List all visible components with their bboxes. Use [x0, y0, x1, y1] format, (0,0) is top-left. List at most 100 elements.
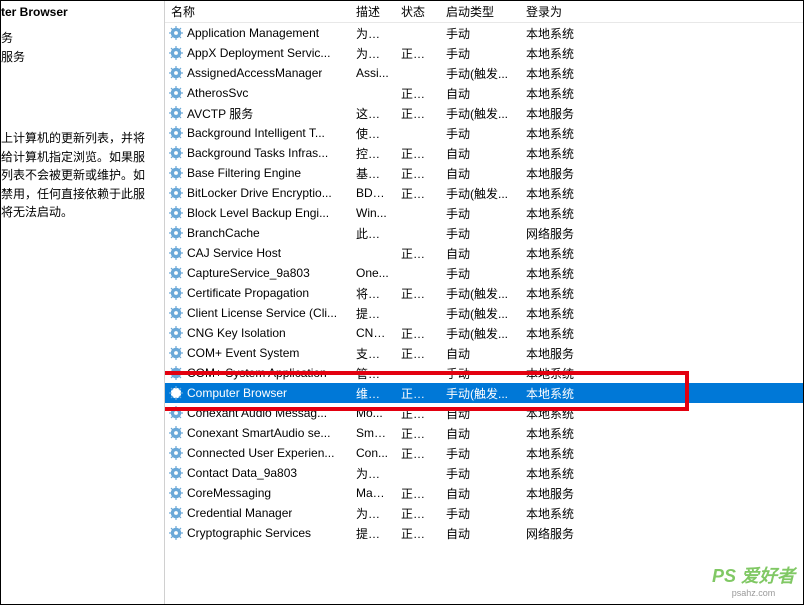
service-row[interactable]: BitLocker Drive Encryptio...BDE...正在...手…: [165, 183, 803, 203]
service-row[interactable]: CaptureService_9a803One...手动本地系统: [165, 263, 803, 283]
service-gear-icon: [169, 486, 183, 500]
service-row[interactable]: COM+ Event System支持...正在...自动本地服务: [165, 343, 803, 363]
service-startup: 手动(触发...: [440, 325, 520, 342]
service-name: COM+ System Application: [187, 366, 327, 380]
action-link-2[interactable]: 服务: [1, 48, 156, 65]
service-desc: 提供...: [350, 525, 395, 542]
service-gear-icon: [169, 446, 183, 460]
service-row[interactable]: CAJ Service Host正在...自动本地系统: [165, 243, 803, 263]
service-logon: 本地系统: [520, 445, 600, 462]
service-desc: 此服...: [350, 225, 395, 242]
service-logon: 本地系统: [520, 465, 600, 482]
service-startup: 手动: [440, 445, 520, 462]
service-row[interactable]: Block Level Backup Engi...Win...手动本地系统: [165, 203, 803, 223]
service-row[interactable]: Connected User Experien...Con...正在...手动本…: [165, 443, 803, 463]
service-desc: 控制...: [350, 145, 395, 162]
service-row[interactable]: AssignedAccessManagerAssi...手动(触发...本地系统: [165, 63, 803, 83]
service-startup: 自动: [440, 405, 520, 422]
service-name: Base Filtering Engine: [187, 166, 301, 180]
service-logon: 本地系统: [520, 325, 600, 342]
service-row[interactable]: Cryptographic Services提供...正在...自动网络服务: [165, 523, 803, 543]
service-logon: 本地系统: [520, 405, 600, 422]
service-row[interactable]: Background Intelligent T...使用...手动本地系统: [165, 123, 803, 143]
service-gear-icon: [169, 526, 183, 540]
service-row[interactable]: Conexant Audio Messag...Mo...正在...自动本地系统: [165, 403, 803, 423]
service-row[interactable]: Credential Manager为用...正在...手动本地系统: [165, 503, 803, 523]
service-gear-icon: [169, 166, 183, 180]
service-row[interactable]: AtherosSvc正在...自动本地系统: [165, 83, 803, 103]
column-headers: 名称 描述 状态 启动类型 登录为: [165, 1, 803, 23]
service-name: Application Management: [187, 26, 319, 40]
service-name: Computer Browser: [187, 386, 287, 400]
service-desc: One...: [350, 266, 395, 280]
header-desc[interactable]: 描述: [350, 3, 395, 20]
service-logon: 网络服务: [520, 225, 600, 242]
service-logon: 本地系统: [520, 285, 600, 302]
service-desc: Win...: [350, 206, 395, 220]
service-gear-icon: [169, 46, 183, 60]
header-startup[interactable]: 启动类型: [440, 3, 520, 20]
service-startup: 自动: [440, 425, 520, 442]
service-startup: 手动: [440, 205, 520, 222]
service-row[interactable]: AVCTP 服务这是...正在...手动(触发...本地服务: [165, 103, 803, 123]
service-row[interactable]: CoreMessagingMan...正在...自动本地服务: [165, 483, 803, 503]
service-status: 正在...: [395, 445, 440, 462]
service-logon: 网络服务: [520, 525, 600, 542]
service-desc: CNG...: [350, 326, 395, 340]
service-startup: 自动: [440, 525, 520, 542]
service-row[interactable]: Application Management为通...手动本地系统: [165, 23, 803, 43]
service-row[interactable]: Computer Browser维护...正在...手动(触发...本地系统: [165, 383, 803, 403]
service-name: Contact Data_9a803: [187, 466, 297, 480]
header-logon[interactable]: 登录为: [520, 3, 600, 20]
service-gear-icon: [169, 146, 183, 160]
service-status: 正在...: [395, 185, 440, 202]
service-row[interactable]: Conexant SmartAudio se...Sma...正在...自动本地…: [165, 423, 803, 443]
service-startup: 手动: [440, 505, 520, 522]
service-logon: 本地服务: [520, 345, 600, 362]
service-startup: 手动: [440, 125, 520, 142]
service-gear-icon: [169, 506, 183, 520]
service-name: CAJ Service Host: [187, 246, 281, 260]
service-logon: 本地系统: [520, 85, 600, 102]
service-desc: 提供...: [350, 305, 395, 322]
service-logon: 本地系统: [520, 185, 600, 202]
service-name: Background Intelligent T...: [187, 126, 325, 140]
service-name: Connected User Experien...: [187, 446, 334, 460]
service-status: 正在...: [395, 85, 440, 102]
service-status: 正在...: [395, 345, 440, 362]
service-logon: 本地服务: [520, 165, 600, 182]
service-row[interactable]: BranchCache此服...手动网络服务: [165, 223, 803, 243]
service-name: AtherosSvc: [187, 86, 248, 100]
header-name[interactable]: 名称: [165, 3, 350, 20]
service-row[interactable]: AppX Deployment Servic...为部...正在...手动本地系…: [165, 43, 803, 63]
service-name: Client License Service (Cli...: [187, 306, 337, 320]
service-gear-icon: [169, 66, 183, 80]
service-row[interactable]: COM+ System Application管理...手动本地系统: [165, 363, 803, 383]
service-row[interactable]: Certificate Propagation将用...正在...手动(触发..…: [165, 283, 803, 303]
service-status: 正在...: [395, 405, 440, 422]
service-desc: Sma...: [350, 426, 395, 440]
service-gear-icon: [169, 346, 183, 360]
action-link-1[interactable]: 务: [1, 29, 156, 46]
service-name: Certificate Propagation: [187, 286, 309, 300]
service-status: 正在...: [395, 505, 440, 522]
service-row[interactable]: CNG Key IsolationCNG...正在...手动(触发...本地系统: [165, 323, 803, 343]
service-status: 正在...: [395, 105, 440, 122]
service-desc: 为通...: [350, 25, 395, 42]
service-row[interactable]: Contact Data_9a803为联...手动本地系统: [165, 463, 803, 483]
service-name: CoreMessaging: [187, 486, 271, 500]
service-startup: 自动: [440, 245, 520, 262]
service-gear-icon: [169, 306, 183, 320]
service-name: Credential Manager: [187, 506, 292, 520]
service-startup: 手动(触发...: [440, 305, 520, 322]
service-row[interactable]: Background Tasks Infras...控制...正在...自动本地…: [165, 143, 803, 163]
service-name: AVCTP 服务: [187, 105, 253, 122]
service-startup: 手动(触发...: [440, 185, 520, 202]
service-row[interactable]: Client License Service (Cli... 提供... 手动(触发…: [165, 303, 803, 323]
service-desc: 支持...: [350, 345, 395, 362]
service-row[interactable]: Base Filtering Engine基本...正在...自动本地服务: [165, 163, 803, 183]
header-status[interactable]: 状态: [395, 3, 440, 20]
service-gear-icon: [169, 286, 183, 300]
service-logon: 本地系统: [520, 425, 600, 442]
service-gear-icon: [169, 466, 183, 480]
